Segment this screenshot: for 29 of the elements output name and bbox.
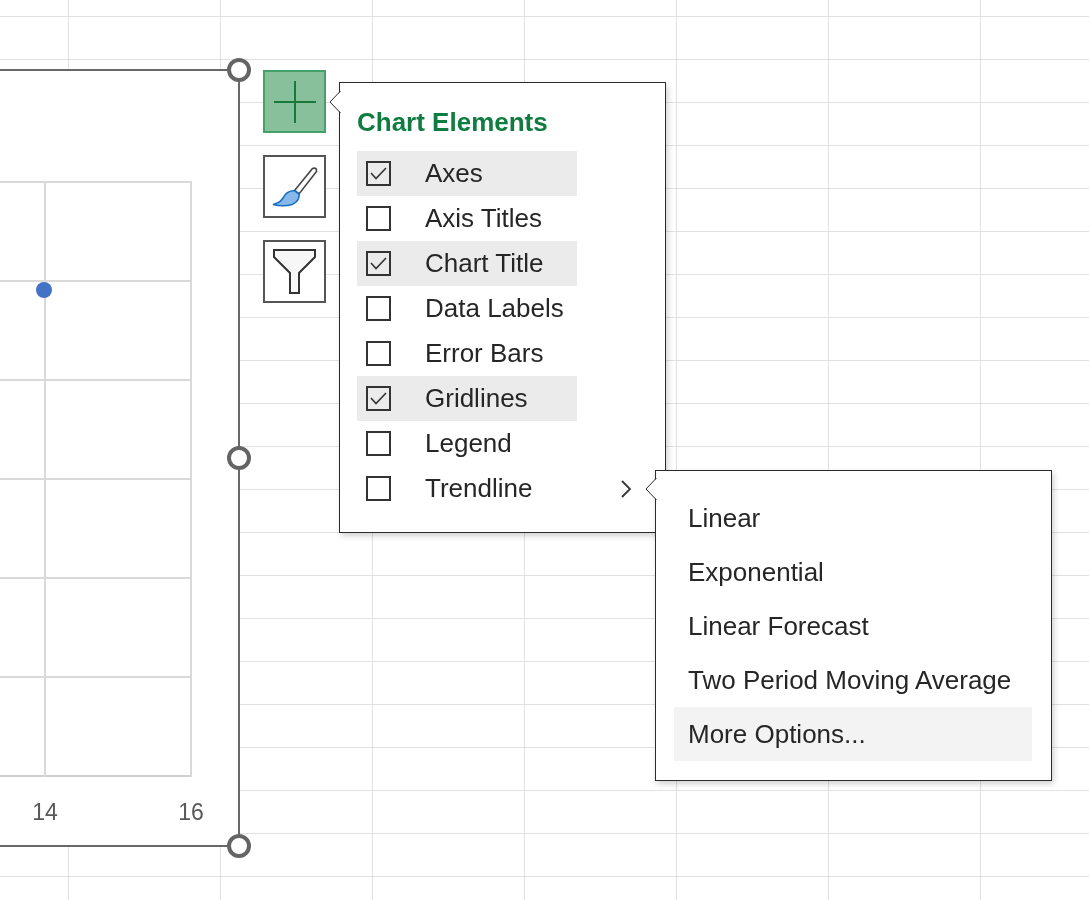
checkbox[interactable]: [366, 431, 391, 456]
checkmark-icon: [370, 257, 387, 270]
resize-handle[interactable]: [227, 834, 251, 858]
checkbox[interactable]: [366, 476, 391, 501]
checkmark-icon: [370, 392, 387, 405]
popup-title: Chart Elements: [357, 107, 549, 137]
checkbox[interactable]: [366, 296, 391, 321]
menu-item[interactable]: More Options...: [674, 707, 1032, 761]
checkbox[interactable]: [366, 161, 391, 186]
checkbox[interactable]: [366, 386, 391, 411]
menu-item[interactable]: Gridlines: [357, 376, 577, 421]
resize-handle[interactable]: [227, 446, 251, 470]
menu-item[interactable]: Axes: [357, 151, 577, 196]
checkbox[interactable]: [366, 341, 391, 366]
checkmark-icon: [370, 167, 387, 180]
data-point: [36, 282, 52, 298]
filter-icon: [273, 249, 316, 294]
chart-area[interactable]: 14 16: [0, 69, 240, 847]
checkbox[interactable]: [366, 251, 391, 276]
brush-button[interactable]: [263, 155, 326, 218]
menu-item[interactable]: Chart Title: [357, 241, 577, 286]
axis-tick-label: 16: [178, 799, 204, 825]
paintbrush-icon: [271, 166, 318, 207]
add-button[interactable]: [263, 70, 326, 133]
resize-handle[interactable]: [227, 58, 251, 82]
filter-button[interactable]: [263, 240, 326, 303]
axis-tick-label: 14: [32, 799, 58, 825]
checkbox[interactable]: [366, 206, 391, 231]
plus-icon: [273, 80, 316, 123]
